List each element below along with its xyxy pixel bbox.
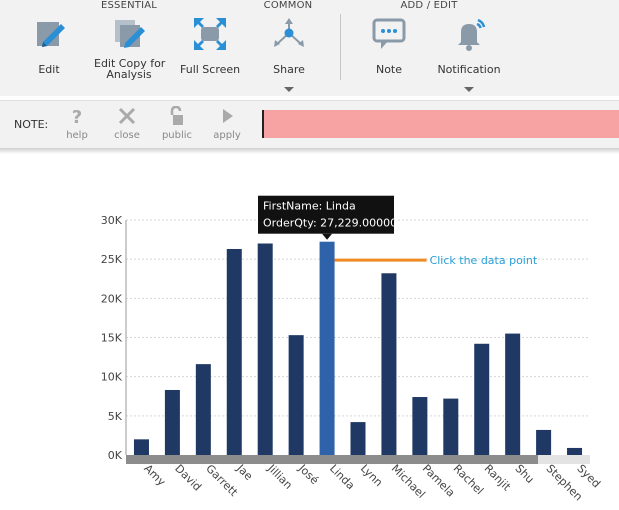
x-tick-label: Syed (574, 462, 602, 490)
note-input[interactable] (262, 110, 619, 138)
x-axis-scrollbar-thumb[interactable] (126, 455, 538, 464)
apply-button[interactable]: apply (207, 106, 247, 141)
bar-shu[interactable] (505, 333, 521, 455)
speech-bubble-icon (372, 18, 406, 49)
bell-icon (458, 18, 486, 51)
x-tick-label: Jae (233, 461, 255, 483)
notification-button[interactable]: Notification (436, 16, 502, 75)
tooltip-line-2: OrderQty: 27,229.00000 (263, 217, 397, 230)
close-button[interactable]: close (107, 106, 147, 141)
full-screen-label: Full Screen (180, 63, 241, 76)
edit-label: Edit (38, 63, 60, 76)
y-tick-label: 10K (101, 371, 123, 384)
public-label: public (161, 130, 193, 141)
bar-syed[interactable] (567, 447, 583, 455)
x-tick-label: Garrett (203, 462, 240, 499)
full-screen-button[interactable]: Full Screen (180, 16, 240, 75)
unlock-icon (170, 106, 183, 125)
share-label: Share (273, 63, 305, 76)
x-tick-label: Ranjit (482, 462, 514, 494)
share-icon (274, 18, 304, 47)
close-label: close (114, 130, 140, 141)
bar-amy[interactable] (133, 439, 149, 455)
x-tick-label: Rachel (451, 462, 486, 497)
x-tick-label: Linda (327, 462, 357, 492)
bar-pamela[interactable] (412, 397, 428, 455)
bar-jillian[interactable] (257, 243, 273, 456)
ribbon-toolbar: ESSENTIAL COMMON ADD / EDIT Edit Edit Co… (0, 0, 619, 96)
note-button[interactable]: Note (364, 16, 414, 75)
bar-jos-[interactable] (288, 335, 304, 455)
bar-rachel[interactable] (443, 398, 459, 455)
y-tick-label: 5K (108, 410, 123, 423)
tooltip-line-1: FirstName: Linda (263, 200, 356, 213)
notification-label: Notification (437, 63, 501, 76)
expand-arrows-icon (194, 18, 226, 50)
y-tick-label: 30K (101, 214, 123, 227)
bar-stephen[interactable] (536, 429, 552, 455)
play-arrow-icon (223, 109, 233, 123)
edit-button[interactable]: Edit (24, 16, 74, 75)
share-chevron-down-icon[interactable] (284, 87, 294, 92)
help-label: help (66, 130, 88, 141)
x-tick-label: José (295, 461, 321, 487)
pencil-copy-icon (115, 20, 145, 48)
x-tick-label: David (172, 462, 204, 494)
order-qty-bar-chart: 0K 5K 10K 15K 20K 25K 30K Amy David GarrettJae Ji… (101, 195, 603, 503)
x-tick-label: Jillian (264, 461, 295, 492)
bar-linda[interactable] (319, 241, 335, 455)
x-tick-label: Amy (141, 462, 168, 489)
edit-copy-label-line2: Analysis (106, 68, 152, 81)
apply-label: apply (213, 130, 241, 141)
public-button[interactable]: public (157, 106, 197, 141)
bar-david[interactable] (164, 389, 180, 455)
bar-jae[interactable] (226, 248, 242, 455)
x-tick-label: Shu (513, 462, 537, 486)
share-button[interactable]: Share (264, 16, 314, 75)
y-axis-ticks: 0K 5K 10K 15K 20K 25K 30K (101, 214, 123, 462)
tooltip-pointer (322, 233, 333, 240)
note-bar-label: NOTE: (14, 118, 49, 131)
bar-michael[interactable] (381, 273, 397, 455)
group-label-essential: ESSENTIAL (100, 0, 158, 11)
pencil-icon (37, 22, 65, 47)
close-icon (118, 107, 136, 125)
svg-text:?: ? (72, 107, 82, 126)
ribbon-divider (340, 14, 341, 80)
help-button[interactable]: ? help (57, 106, 97, 141)
notification-chevron-down-icon[interactable] (464, 87, 474, 92)
y-tick-label: 20K (101, 292, 123, 305)
group-label-add-edit: ADD / EDIT (400, 0, 458, 11)
y-tick-label: 25K (101, 253, 123, 266)
x-axis-ticks: Amy David GarrettJae Jillian José Linda Lynn Mi… (141, 461, 603, 503)
toolbar-shadow (0, 148, 619, 154)
chart-bars (133, 241, 583, 456)
annotation-text: Click the data point (430, 254, 538, 267)
bar-ranjit[interactable] (474, 343, 490, 455)
bar-lynn[interactable] (350, 422, 366, 455)
bar-garrett[interactable] (195, 364, 211, 455)
group-label-common: COMMON (263, 0, 313, 11)
edit-copy-for-analysis-button[interactable]: Edit Copy for Analysis (94, 16, 165, 81)
x-tick-label: Lynn (358, 462, 385, 489)
question-mark-icon: ? (72, 107, 82, 126)
y-tick-label: 0K (108, 449, 123, 462)
note-label: Note (375, 63, 403, 76)
y-tick-label: 15K (101, 332, 123, 345)
chart-annotation: Click the data point (334, 254, 538, 267)
chart-tooltip: FirstName: Linda OrderQty: 27,229.00000 (258, 195, 397, 240)
